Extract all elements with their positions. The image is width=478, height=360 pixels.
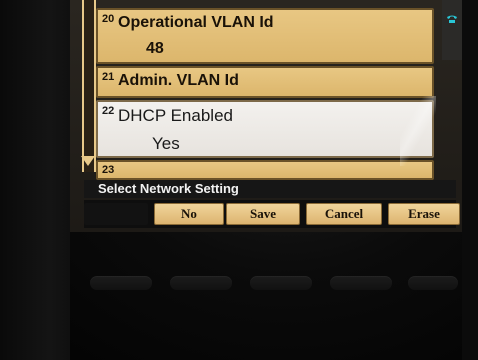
list-item-partial[interactable]: 23 [96, 160, 434, 180]
phone-lcd-screen: 20 Operational VLAN Id 48 21 Admin. VLAN… [70, 0, 462, 232]
list-item-operational-vlan-id[interactable]: 20 Operational VLAN Id 48 [96, 8, 434, 64]
list-item-admin-vlan-id[interactable]: 21 Admin. VLAN Id [96, 66, 434, 98]
list-item-number: 22 [102, 105, 115, 117]
hardware-softkey-button-1[interactable] [90, 276, 152, 290]
erase-softkey[interactable]: Erase [388, 203, 460, 225]
hardware-softkey-button-2[interactable] [170, 276, 232, 290]
list-item-number: 20 [102, 13, 115, 25]
prompt-text: Select Network Setting [98, 181, 239, 196]
list-item-value: Yes [152, 134, 180, 153]
list-item-label: Admin. VLAN Id [118, 72, 239, 89]
hardware-softkey-button-5[interactable] [408, 276, 458, 290]
hardware-softkey-button-4[interactable] [330, 276, 392, 290]
scroll-down-arrow-icon[interactable] [81, 156, 95, 166]
prompt-bar: Select Network Setting [84, 180, 456, 198]
cancel-softkey[interactable]: Cancel [306, 203, 382, 225]
phone-bezel-left [0, 0, 70, 360]
status-strip [442, 0, 462, 60]
list-item-number: 23 [102, 164, 115, 176]
list-item-number: 21 [102, 71, 115, 83]
softkey-empty [84, 203, 148, 225]
scroll-bar[interactable] [82, 0, 96, 172]
phone-photo: 20 Operational VLAN Id 48 21 Admin. VLAN… [0, 0, 478, 360]
phone-bezel-right [462, 0, 478, 360]
list-item-dhcp-enabled[interactable]: 22 DHCP Enabled Yes [96, 100, 434, 158]
phone-handset-icon [447, 15, 457, 23]
list-item-value: 48 [146, 40, 164, 57]
list-item-label: Operational VLAN Id [118, 14, 274, 31]
softkey-bar: No Save Cancel Erase [84, 200, 460, 228]
save-softkey[interactable]: Save [226, 203, 300, 225]
list-item-label: DHCP Enabled [118, 106, 233, 125]
hardware-softkey-button-3[interactable] [250, 276, 312, 290]
no-softkey[interactable]: No [154, 203, 224, 225]
